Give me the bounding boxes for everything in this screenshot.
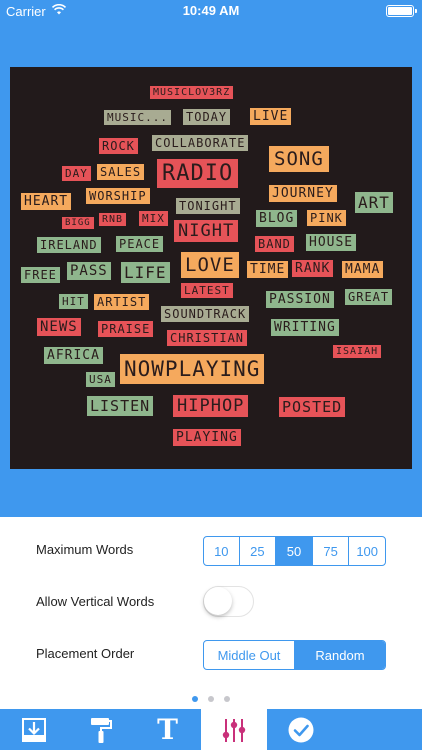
cloud-word: RANK	[292, 260, 334, 277]
max-words-label: Maximum Words	[36, 542, 134, 557]
cloud-word: ROCK	[99, 138, 138, 154]
cloud-word: AFRICA	[44, 347, 103, 364]
preview-area: Carrier 10:49 AM MUSICLOV3RZ MUSIC... TO…	[0, 0, 422, 517]
vertical-words-label: Allow Vertical Words	[36, 594, 155, 609]
cloud-word: PRAISE	[98, 321, 154, 337]
cloud-word: LOVE	[181, 252, 239, 278]
cloud-word: NOWPLAYING	[120, 354, 265, 384]
page-dot	[224, 696, 230, 702]
cloud-word: MUSICLOV3RZ	[150, 86, 234, 99]
toggle-knob	[204, 587, 232, 615]
status-time: 10:49 AM	[182, 3, 240, 18]
cloud-word: DAY	[62, 166, 91, 181]
tab-download[interactable]	[0, 709, 67, 750]
placement-option-middle-out[interactable]: Middle Out	[204, 641, 295, 669]
sliders-icon	[222, 718, 246, 742]
cloud-word: SONG	[269, 146, 329, 172]
placement-order-segmented-control: Middle Out Random	[203, 640, 386, 670]
cloud-word: HOUSE	[306, 234, 357, 251]
cloud-word: JOURNEY	[269, 185, 337, 202]
page-indicator[interactable]	[0, 696, 422, 702]
cloud-word: RADIO	[157, 159, 239, 188]
cloud-word: TIME	[247, 261, 289, 278]
cloud-word: BAND	[255, 236, 294, 252]
cloud-word: USA	[86, 372, 115, 387]
cloud-word: TODAY	[183, 109, 231, 125]
cloud-word: MIX	[139, 211, 168, 226]
cloud-word: SOUNDTRACK	[161, 306, 250, 322]
cloud-word: POSTED	[279, 397, 346, 417]
placement-order-label: Placement Order	[36, 646, 135, 661]
max-words-option-10[interactable]: 10	[204, 537, 240, 565]
cloud-word: LISTEN	[87, 396, 154, 416]
cloud-word: HEART	[21, 193, 72, 210]
cloud-word: BLOG	[256, 210, 298, 227]
vertical-words-toggle[interactable]	[203, 586, 254, 617]
placement-option-random[interactable]: Random	[295, 641, 385, 669]
max-words-option-25[interactable]: 25	[240, 537, 277, 565]
cloud-word: SALES	[97, 164, 145, 180]
tab-done[interactable]	[267, 709, 334, 750]
cloud-word: PASS	[67, 262, 111, 280]
max-words-option-50[interactable]: 50	[276, 537, 313, 565]
cloud-word: LATEST	[181, 283, 233, 298]
tab-text[interactable]: T	[134, 709, 201, 750]
cloud-word: RNB	[99, 213, 127, 226]
cloud-word: MAMA	[342, 261, 384, 278]
cloud-word: MUSIC...	[104, 110, 171, 125]
cloud-word: HIPHOP	[173, 395, 249, 417]
cloud-word: ART	[355, 192, 393, 213]
cloud-word: PLAYING	[173, 429, 241, 446]
download-icon	[21, 717, 46, 742]
cloud-word: TONIGHT	[176, 198, 240, 214]
cloud-word: PINK	[307, 210, 346, 226]
cloud-word: GREAT	[345, 289, 393, 305]
cloud-word: BIGG	[62, 217, 94, 229]
cloud-word: HIT	[59, 294, 88, 309]
cloud-word: WORSHIP	[86, 188, 150, 204]
max-words-option-100[interactable]: 100	[349, 537, 385, 565]
page-dot	[192, 696, 198, 702]
cloud-word: PASSION	[266, 291, 334, 308]
max-words-option-75[interactable]: 75	[313, 537, 350, 565]
checkmark-icon	[288, 717, 313, 742]
battery-icon	[386, 5, 417, 17]
cloud-word: NIGHT	[174, 220, 239, 242]
word-cloud-canvas: MUSICLOV3RZ MUSIC... TODAY LIVE ROCK COL…	[10, 67, 412, 469]
cloud-word: COLLABORATE	[152, 135, 249, 151]
tab-style[interactable]	[67, 709, 134, 750]
cloud-word: ISAIAH	[333, 345, 382, 358]
status-bar: Carrier 10:49 AM	[0, 0, 422, 22]
cloud-word: CHRISTIAN	[167, 330, 248, 346]
cloud-word: ARTIST	[94, 294, 150, 310]
cloud-word: LIFE	[121, 262, 170, 283]
paint-roller-icon	[90, 717, 112, 743]
cloud-word: NEWS	[37, 318, 81, 336]
tab-settings[interactable]	[201, 709, 267, 750]
text-icon: T	[157, 713, 178, 746]
page-dot	[208, 696, 214, 702]
cloud-word: IRELAND	[37, 237, 101, 253]
cloud-word: FREE	[21, 267, 60, 283]
settings-panel: Maximum Words 10 25 50 75 100 Allow Vert…	[0, 517, 422, 709]
tab-bar: T	[0, 709, 422, 750]
cloud-word: WRITING	[271, 319, 339, 336]
cloud-word: PEACE	[116, 236, 164, 252]
max-words-segmented-control: 10 25 50 75 100	[203, 536, 386, 566]
cloud-word: LIVE	[250, 108, 292, 125]
